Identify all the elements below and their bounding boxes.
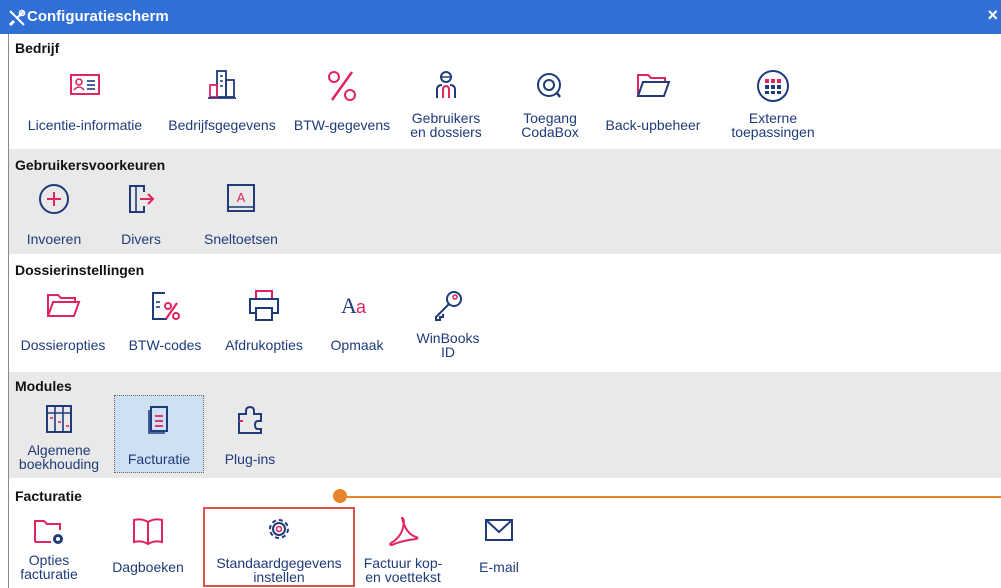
item-back-upbeheer[interactable]: Back-upbeheer bbox=[594, 68, 712, 142]
item-label: Toegang CodaBox bbox=[521, 110, 579, 140]
highlight-box bbox=[203, 507, 355, 587]
item-label: Factuur kop- en voettekst bbox=[363, 555, 443, 585]
item-label: Opties facturatie bbox=[20, 552, 78, 582]
users-icon bbox=[436, 71, 456, 98]
tools-icon bbox=[8, 9, 26, 27]
item-opties-facturatie[interactable]: Opties facturatie bbox=[11, 514, 87, 586]
folder-icon bbox=[636, 74, 671, 97]
plus-circle-icon bbox=[39, 184, 69, 214]
item-label: Plug-ins bbox=[224, 451, 276, 467]
item-externe-toepassingen[interactable]: Externe toepassingen bbox=[721, 68, 825, 142]
invoice-icon bbox=[148, 406, 168, 434]
item-afdrukopties[interactable]: Afdrukopties bbox=[217, 288, 311, 368]
section-title: Gebruikersvoorkeuren bbox=[15, 157, 166, 173]
item-label: Bedrijfsgegevens bbox=[168, 117, 276, 133]
item-algemene-boekhouding[interactable]: Algemene boekhouding bbox=[11, 402, 107, 474]
section-facturatie: Facturatie Opties facturatie Dagboeken S… bbox=[9, 478, 1001, 588]
section-title: Bedrijf bbox=[15, 40, 60, 56]
item-dagboeken[interactable]: Dagboeken bbox=[107, 514, 189, 586]
close-button[interactable]: × bbox=[987, 5, 998, 26]
section-title: Modules bbox=[15, 378, 72, 394]
pdf-icon bbox=[389, 516, 419, 547]
svg-text:A: A bbox=[237, 190, 246, 205]
item-label: Invoeren bbox=[26, 231, 82, 247]
item-btw-gegevens[interactable]: BTW-gegevens bbox=[286, 68, 398, 142]
item-label: Sneltoetsen bbox=[204, 231, 278, 247]
export-icon bbox=[129, 185, 155, 213]
callout-line bbox=[341, 496, 1001, 498]
item-label: Gebruikers en dossiers bbox=[410, 110, 482, 140]
font-icon: A a bbox=[341, 293, 367, 318]
item-winbooks-id[interactable]: WinBooks ID bbox=[413, 288, 483, 368]
book-icon bbox=[133, 518, 163, 546]
key-icon bbox=[435, 291, 462, 321]
section-title: Dossierinstellingen bbox=[15, 262, 145, 278]
item-factuur-kop-en-voettekst[interactable]: Factuur kop- en voettekst bbox=[361, 514, 445, 586]
item-label: Dagboeken bbox=[112, 559, 184, 575]
item-label: Algemene boekhouding bbox=[18, 442, 100, 472]
item-licentie-informatie[interactable]: Licentie-informatie bbox=[11, 68, 159, 142]
item-dossieropties[interactable]: Dossieropties bbox=[11, 288, 115, 368]
item-label: BTW-gegevens bbox=[293, 117, 391, 133]
item-label: Back-upbeheer bbox=[605, 117, 701, 133]
window-title: Configuratiescherm bbox=[27, 8, 169, 25]
svg-text:a: a bbox=[356, 297, 367, 317]
window-title-bar: Configuratiescherm × bbox=[0, 0, 1001, 34]
item-label: Dossieropties bbox=[20, 337, 106, 353]
item-label: BTW-codes bbox=[128, 337, 202, 353]
section-modules: Modules Algemene boekhouding Facturatie … bbox=[9, 372, 1001, 478]
item-toegang-codabox[interactable]: Toegang CodaBox bbox=[514, 68, 586, 142]
item-sneltoetsen[interactable]: A Sneltoetsen bbox=[195, 182, 287, 250]
item-label: Divers bbox=[121, 231, 161, 247]
item-label: Externe toepassingen bbox=[731, 110, 815, 140]
id-card-icon bbox=[70, 74, 100, 95]
apps-icon bbox=[757, 70, 789, 102]
mail-icon bbox=[485, 519, 513, 541]
document-percent-icon bbox=[152, 292, 180, 320]
item-plug-ins[interactable]: Plug-ins bbox=[212, 402, 288, 474]
item-gebruikers-en-dossiers[interactable]: Gebruikers en dossiers bbox=[406, 68, 486, 142]
item-label: Afdrukopties bbox=[225, 337, 303, 353]
percent-icon bbox=[328, 71, 356, 101]
buildings-icon bbox=[208, 70, 236, 99]
item-bedrijfsgegevens[interactable]: Bedrijfsgegevens bbox=[161, 68, 283, 142]
section-gebruikersvoorkeuren: Gebruikersvoorkeuren Invoeren Divers A S… bbox=[9, 149, 1001, 254]
codabox-icon bbox=[537, 73, 561, 98]
item-e-mail[interactable]: E-mail bbox=[467, 514, 531, 586]
item-invoeren[interactable]: Invoeren bbox=[13, 182, 95, 250]
item-btw-codes[interactable]: BTW-codes bbox=[119, 288, 211, 368]
item-label: WinBooks ID bbox=[416, 330, 480, 360]
folder-icon bbox=[46, 294, 81, 317]
item-facturatie[interactable]: Facturatie bbox=[114, 395, 204, 473]
item-label: Facturatie bbox=[127, 451, 191, 467]
section-title: Facturatie bbox=[15, 488, 82, 504]
item-label: Opmaak bbox=[330, 337, 384, 353]
keyboard-key-icon: A bbox=[227, 184, 255, 212]
printer-icon bbox=[249, 290, 279, 321]
folder-gear-icon bbox=[34, 520, 63, 544]
item-opmaak[interactable]: A a Opmaak bbox=[323, 288, 391, 368]
item-label: Licentie-informatie bbox=[27, 117, 143, 133]
section-dossierinstellingen: Dossierinstellingen Dossieropties BTW-co… bbox=[9, 254, 1001, 372]
item-divers[interactable]: Divers bbox=[113, 182, 169, 250]
item-label: E-mail bbox=[479, 559, 519, 575]
ledger-icon bbox=[46, 405, 72, 433]
callout-dot bbox=[333, 489, 347, 503]
section-bedrijf: Bedrijf Licentie-informatie Bedrijfsgege… bbox=[9, 34, 1001, 149]
puzzle-icon bbox=[238, 405, 262, 434]
svg-text:A: A bbox=[341, 293, 357, 318]
